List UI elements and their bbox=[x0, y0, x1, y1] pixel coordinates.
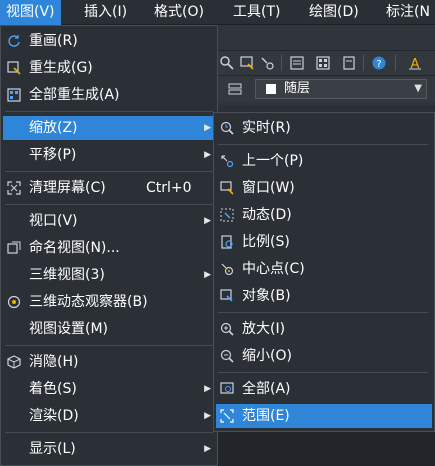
submenu-arrow-icon: ▶ bbox=[204, 444, 211, 454]
menu-item-3d-orbit[interactable]: 三维动态观察器(B) bbox=[3, 290, 215, 314]
menu-item-3d-views[interactable]: 三维视图(3) ▶ bbox=[3, 263, 215, 287]
view-menu: 重画(R) 重生成(G) 全部重生成(A) 缩放(Z) ▶ 平移(P) ▶ 清理… bbox=[0, 25, 218, 466]
zoom-window-icon bbox=[220, 181, 234, 195]
menu-item-named-views[interactable]: 命名视图(N)... bbox=[3, 236, 215, 260]
zoom-toolbar-icon[interactable] bbox=[219, 55, 235, 71]
zoom-all-icon bbox=[220, 382, 234, 394]
submenu-arrow-icon: ▶ bbox=[204, 411, 211, 421]
menu-draw[interactable]: 绘图(D) bbox=[309, 0, 359, 25]
layer-combobox[interactable]: 随层 ▼ bbox=[255, 79, 427, 99]
text-style-toolbar-icon[interactable]: A bbox=[407, 55, 423, 71]
menu-item-redraw[interactable]: 重画(R) bbox=[3, 29, 215, 53]
menu-item-shade[interactable]: 着色(S) ▶ bbox=[3, 377, 215, 401]
submenu-arrow-icon: ▶ bbox=[204, 150, 211, 160]
color-swatch bbox=[266, 84, 276, 94]
zoom-out-icon bbox=[220, 349, 234, 363]
zoom-object-icon bbox=[220, 289, 233, 302]
design-center-toolbar-icon[interactable] bbox=[315, 55, 331, 71]
menu-item-zoom-in[interactable]: 放大(I) bbox=[216, 317, 432, 341]
menu-format[interactable]: 格式(O) bbox=[154, 0, 204, 25]
svg-text:?: ? bbox=[376, 59, 381, 70]
submenu-arrow-icon: ▶ bbox=[204, 123, 211, 133]
named-view-icon bbox=[7, 241, 21, 254]
menu-item-zoom-object[interactable]: 对象(B) bbox=[216, 284, 432, 308]
submenu-arrow-icon: ▶ bbox=[204, 216, 211, 226]
menu-item-zoom-dynamic[interactable]: 动态(D) bbox=[216, 203, 432, 227]
orbit-icon bbox=[7, 295, 21, 309]
redraw-icon bbox=[8, 35, 20, 47]
menu-item-pan[interactable]: 平移(P) ▶ bbox=[3, 143, 215, 167]
zoom-submenu: 实时(R) 上一个(P) 窗口(W) 动态(D) 比例(S) 中心点(C) 对象… bbox=[213, 112, 435, 432]
menu-item-zoom-realtime[interactable]: 实时(R) bbox=[216, 116, 432, 140]
drawing-area bbox=[218, 432, 435, 466]
menu-tools[interactable]: 工具(T) bbox=[233, 0, 280, 25]
menu-item-zoom-previous[interactable]: 上一个(P) bbox=[216, 149, 432, 173]
menu-item-regen-all[interactable]: 全部重生成(A) bbox=[3, 83, 215, 107]
layer-combobox-value: 随层 bbox=[284, 81, 311, 96]
menu-item-viewports[interactable]: 视口(V) ▶ bbox=[3, 209, 215, 233]
submenu-arrow-icon: ▶ bbox=[204, 270, 211, 280]
menu-item-display[interactable]: 显示(L) ▶ bbox=[3, 437, 215, 461]
zoom-in-icon bbox=[220, 322, 234, 336]
clean-screen-icon bbox=[7, 181, 21, 195]
standard-toolbar: ? A bbox=[215, 50, 435, 76]
properties-toolbar-icon[interactable] bbox=[289, 55, 305, 71]
zoom-extents-icon bbox=[220, 409, 234, 423]
shortcut-label: Ctrl+0 bbox=[146, 180, 192, 196]
layer-manager-icon[interactable] bbox=[227, 81, 243, 97]
menu-dimension[interactable]: 标注(N bbox=[386, 0, 430, 25]
zoom-previous-icon bbox=[221, 155, 234, 168]
chevron-down-icon: ▼ bbox=[414, 83, 422, 94]
menu-item-hide[interactable]: 消隐(H) bbox=[3, 350, 215, 374]
menu-item-view-settings[interactable]: 视图设置(M) bbox=[3, 317, 215, 341]
menu-item-render[interactable]: 渲染(D) ▶ bbox=[3, 404, 215, 428]
zoom-realtime-icon bbox=[220, 121, 234, 135]
menu-item-zoom-out[interactable]: 缩小(O) bbox=[216, 344, 432, 368]
menu-view[interactable]: 视图(V) bbox=[0, 0, 61, 25]
zoom-center-icon bbox=[221, 263, 234, 276]
regen-icon bbox=[7, 61, 21, 75]
menu-item-zoom-window[interactable]: 窗口(W) bbox=[216, 176, 432, 200]
zoom-dynamic-icon bbox=[220, 208, 234, 222]
zoom-window-toolbar-icon[interactable] bbox=[239, 55, 255, 71]
menu-item-zoom-scale[interactable]: 比例(S) bbox=[216, 230, 432, 254]
hide-icon bbox=[7, 355, 21, 369]
menu-insert[interactable]: 插入(I) bbox=[84, 0, 127, 25]
zoom-previous-toolbar-icon[interactable] bbox=[259, 55, 275, 71]
tool-palette-toolbar-icon[interactable] bbox=[341, 55, 357, 71]
menu-item-zoom-extents[interactable]: 范围(E) bbox=[216, 404, 432, 428]
menu-item-zoom-all[interactable]: 全部(A) bbox=[216, 377, 432, 401]
zoom-scale-icon bbox=[221, 235, 233, 249]
menu-item-zoom-center[interactable]: 中心点(C) bbox=[216, 257, 432, 281]
regen-all-icon bbox=[7, 88, 21, 102]
menu-item-regen[interactable]: 重生成(G) bbox=[3, 56, 215, 80]
menu-item-clean-screen[interactable]: 清理屏幕(C) Ctrl+0 bbox=[3, 176, 215, 200]
submenu-arrow-icon: ▶ bbox=[204, 384, 211, 394]
menu-item-zoom[interactable]: 缩放(Z) ▶ bbox=[3, 116, 215, 140]
help-toolbar-icon[interactable]: ? bbox=[371, 55, 387, 71]
menu-bar: 视图(V) 插入(I) 格式(O) 工具(T) 绘图(D) 标注(N bbox=[0, 0, 435, 25]
layer-toolbar: 随层 ▼ bbox=[215, 76, 435, 102]
